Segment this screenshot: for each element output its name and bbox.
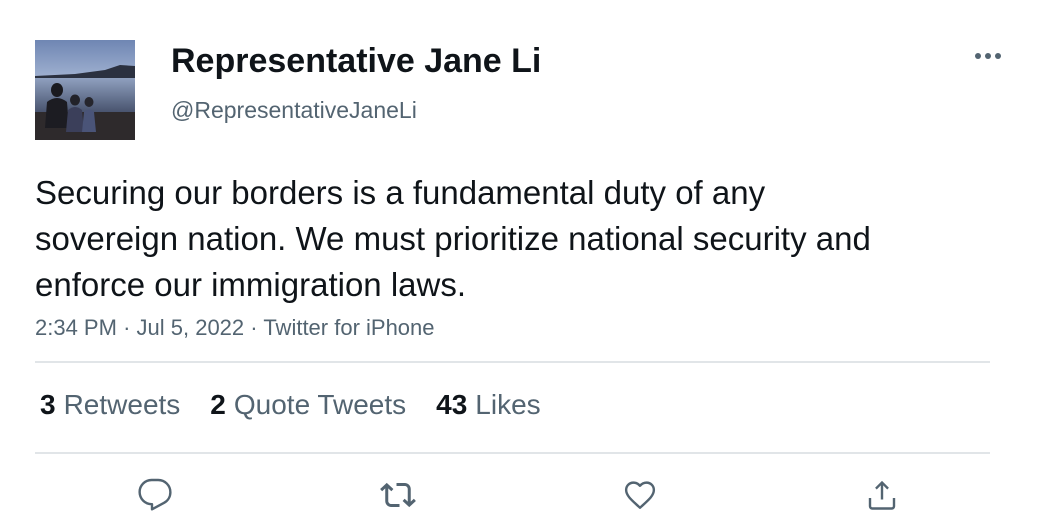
retweets-count: 3 (40, 389, 56, 420)
retweets-label: Retweets (63, 389, 181, 420)
tweet-metadata: 2:34 PM · Jul 5, 2022 · Twitter for iPho… (35, 315, 435, 341)
likes-count: 43 (436, 389, 468, 420)
meta-separator: · (123, 315, 131, 340)
quote-tweets-stat[interactable]: 2 Quote Tweets (210, 389, 406, 421)
reply-button[interactable] (130, 470, 180, 520)
tweet-source[interactable]: Twitter for iPhone (263, 315, 434, 340)
retweet-icon (380, 482, 416, 508)
avatar-photo (35, 40, 135, 140)
quote-tweets-label: Quote Tweets (233, 389, 407, 420)
like-button[interactable] (615, 470, 665, 520)
divider (35, 452, 990, 454)
divider (35, 361, 990, 363)
reply-icon (138, 478, 172, 511)
quote-tweets-count: 2 (210, 389, 226, 420)
tweet-time[interactable]: 2:34 PM (35, 315, 117, 340)
share-button[interactable] (857, 470, 907, 520)
tweet-text: Securing our borders is a fundamental du… (35, 174, 871, 303)
avatar[interactable] (35, 40, 135, 140)
likes-label: Likes (475, 389, 541, 420)
share-icon (868, 480, 896, 510)
heart-icon (624, 481, 656, 509)
user-handle[interactable]: @RepresentativeJaneLi (171, 97, 417, 124)
tweet-card: Representative Jane Li @RepresentativeJa… (0, 0, 1050, 525)
engagement-stats: 3 Retweets 2 Quote Tweets 43 Likes (40, 385, 571, 425)
tweet-date[interactable]: Jul 5, 2022 (137, 315, 245, 340)
more-options-button[interactable] (970, 42, 1006, 70)
retweets-stat[interactable]: 3 Retweets (40, 389, 180, 421)
retweet-button[interactable] (373, 470, 423, 520)
likes-stat[interactable]: 43 Likes (436, 389, 541, 421)
action-bar (0, 470, 1050, 520)
more-horizontal-icon (975, 53, 1001, 59)
display-name[interactable]: Representative Jane Li (171, 42, 541, 81)
meta-separator: · (250, 315, 258, 340)
